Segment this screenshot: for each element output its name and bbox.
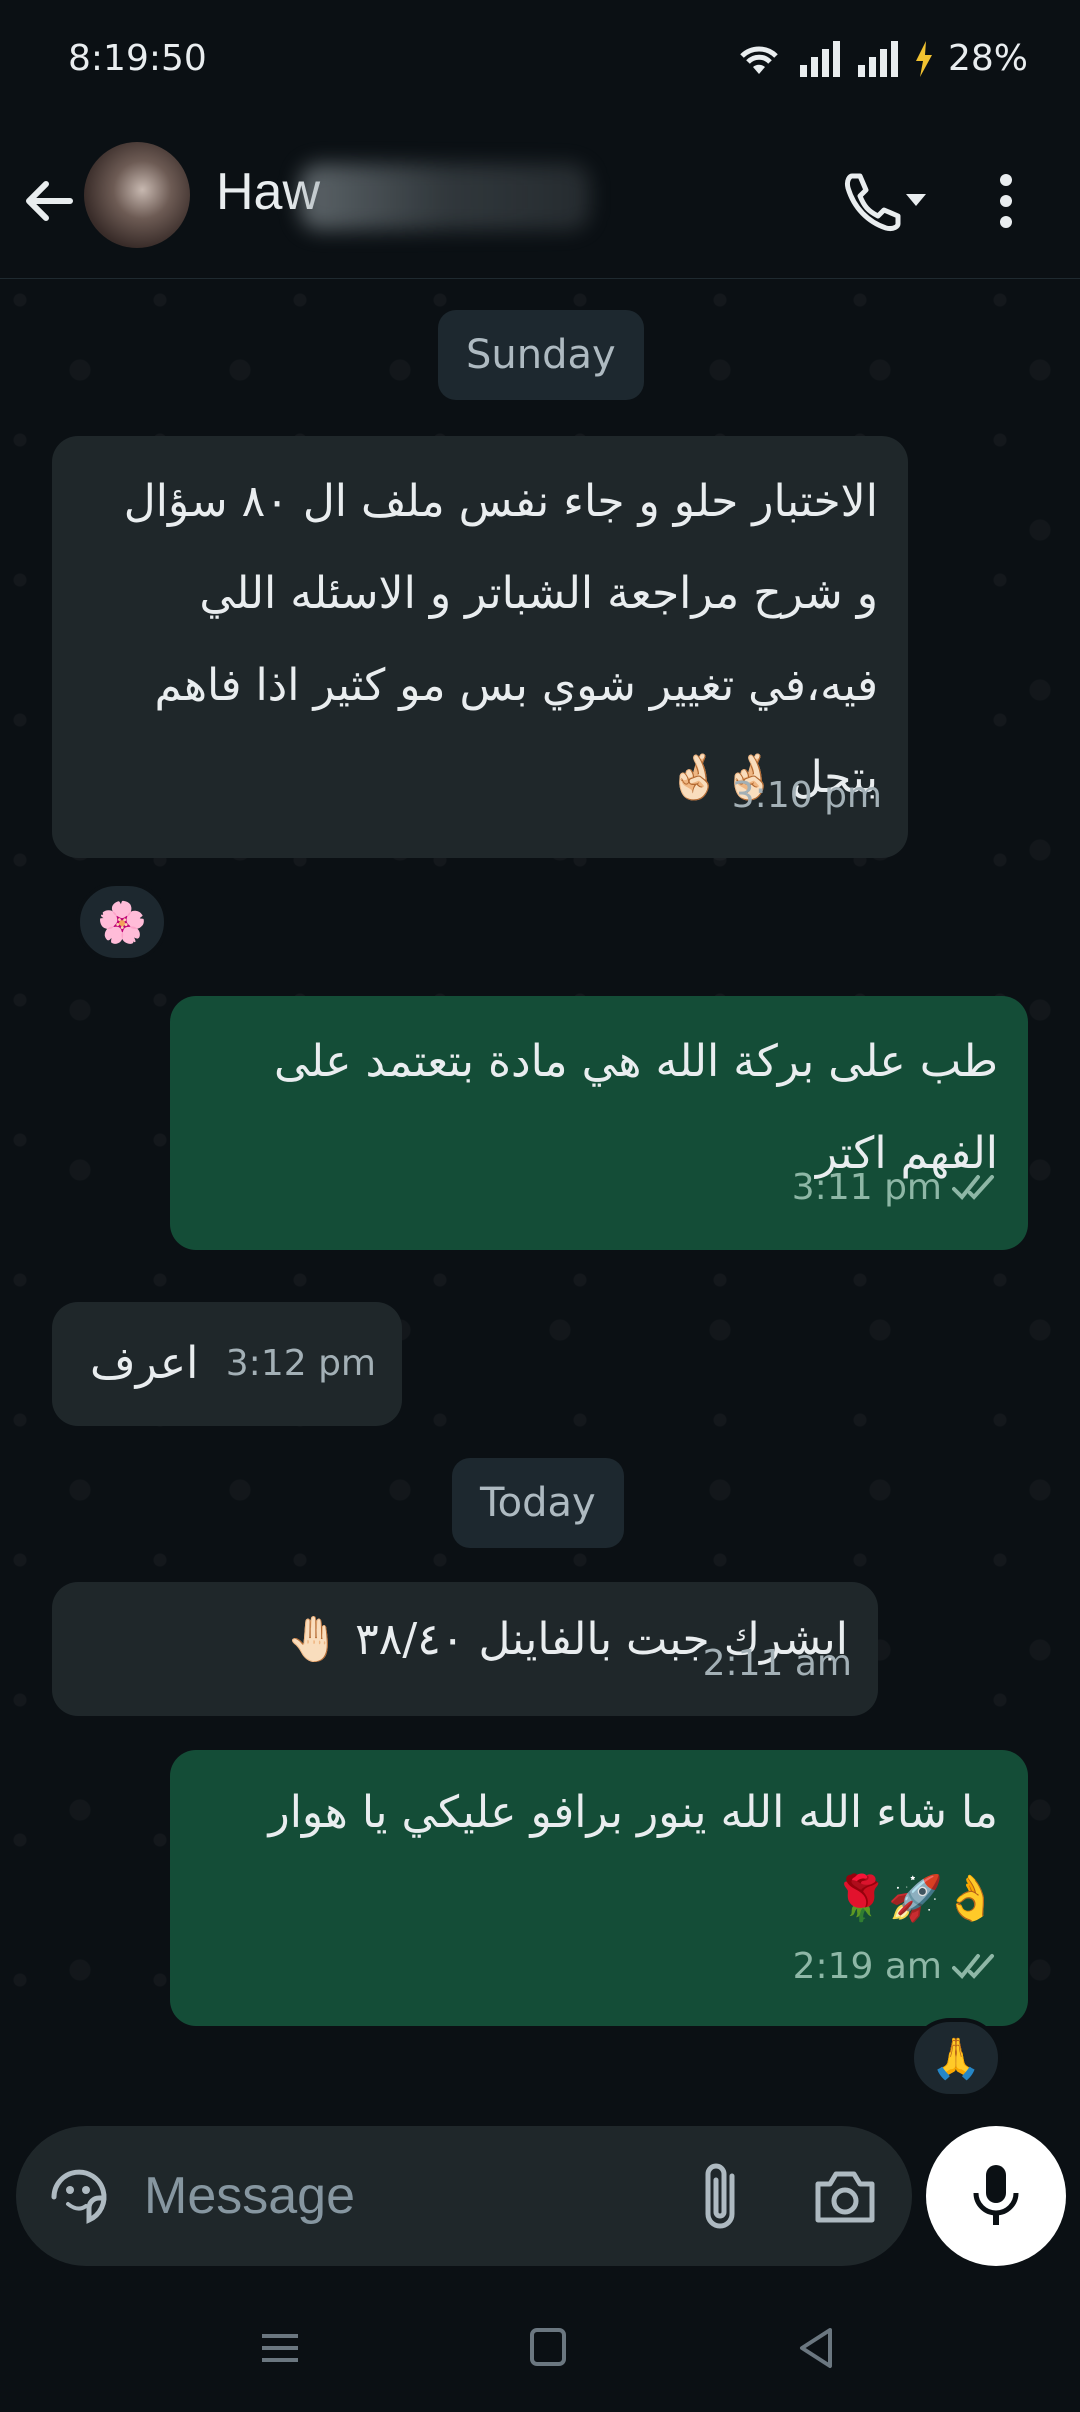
message-composer	[16, 2126, 912, 2266]
attach-icon[interactable]	[692, 2160, 752, 2234]
date-chip-sunday: Sunday	[438, 310, 644, 400]
message-time: 3:12 pm	[225, 1343, 376, 1384]
back-icon[interactable]	[786, 2320, 846, 2376]
reaction-badge[interactable]: 🌸	[76, 882, 168, 962]
chat-header: Haw	[0, 124, 1080, 279]
message-bubble-outgoing[interactable]: طب على بركة الله هي مادة بتعتمد على الفه…	[170, 996, 1028, 1250]
status-time: 8:19:50	[68, 38, 207, 79]
battery-icon	[915, 40, 932, 77]
chat-area[interactable]: Sunday الاختبار حلو و جاء نفس ملف ال ٨٠ …	[0, 280, 1080, 2110]
message-bubble-incoming[interactable]: ابشرك جبت بالفاينل ٣٨/٤٠ 🤚🏻 2:11 am	[52, 1582, 878, 1716]
back-arrow-icon[interactable]	[20, 166, 80, 236]
message-time: 2:19 am	[793, 1924, 1002, 2010]
sticker-icon[interactable]	[44, 2162, 114, 2232]
name-redaction	[300, 164, 590, 230]
message-bubble-incoming[interactable]: الاختبار حلو و جاء نفس ملف ال ٨٠ سؤال و …	[52, 436, 908, 858]
avatar[interactable]	[84, 142, 190, 248]
message-time: 3:11 pm	[792, 1142, 1002, 1234]
battery-percent: 28%	[947, 38, 1028, 79]
home-icon[interactable]	[518, 2320, 578, 2376]
mic-button[interactable]	[926, 2126, 1066, 2266]
message-bubble-incoming[interactable]: اعرف 3:12 pm	[52, 1302, 402, 1426]
wifi-icon	[740, 45, 778, 74]
message-time: 3:10 pm	[731, 775, 882, 816]
signal-icon	[799, 40, 840, 77]
mic-icon	[973, 2165, 1019, 2225]
message-text: ما شاء الله الله ينور برافو عليكي يا هوا…	[268, 1787, 998, 1924]
double-check-icon	[952, 1175, 994, 1200]
status-icons: 28%	[734, 38, 1028, 79]
phone-icon[interactable]	[840, 166, 930, 236]
camera-icon[interactable]	[810, 2162, 880, 2232]
message-time: 2:11 am	[702, 1643, 852, 1684]
date-chip-today: Today	[452, 1458, 624, 1548]
message-bubble-outgoing[interactable]: ما شاء الله الله ينور برافو عليكي يا هوا…	[170, 1750, 1028, 2026]
message-input[interactable]	[144, 2156, 664, 2236]
signal-icon	[857, 40, 898, 77]
status-bar: 8:19:50 28%	[0, 0, 1080, 124]
menu-icon[interactable]	[250, 2320, 310, 2376]
more-vert-icon[interactable]	[986, 166, 1026, 236]
double-check-icon	[952, 1954, 994, 1979]
system-nav-bar	[0, 2280, 1080, 2412]
reaction-badge[interactable]: 🙏	[910, 2018, 1002, 2098]
